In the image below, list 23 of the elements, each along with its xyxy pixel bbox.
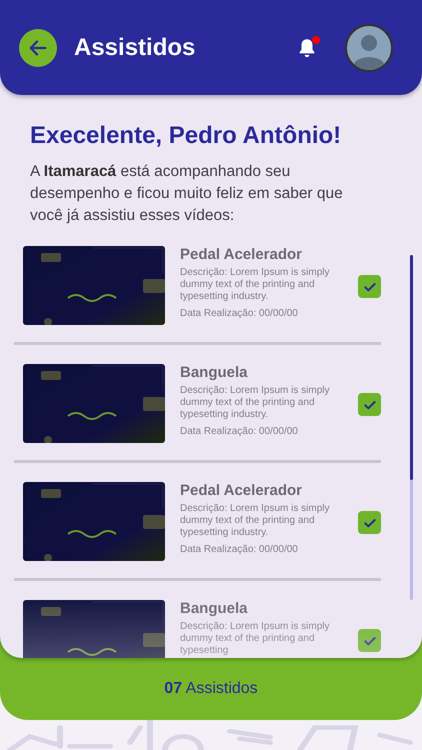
video-description: Descrição: Lorem Ipsum is simply dummy text of the printing and typesetting industry. — [180, 503, 330, 539]
back-button[interactable] — [19, 28, 57, 66]
page-title: Assistidos — [74, 34, 196, 62]
video-description: Descrição: Lorem Ipsum is simply dummy text of the printing and typesetting industry. — [180, 385, 330, 421]
completion-date: Data Realização: 00/00/00 — [180, 426, 299, 437]
video-title: Banguela — [180, 364, 249, 381]
checkbox[interactable] — [358, 511, 381, 534]
intro-text: A Itamaracá está acompanhando seu desempenho e ficou muito feliz em saber que você já assistiu esses vídeos: — [30, 162, 344, 226]
video-description: Descrição: Lorem Ipsum is simply dummy text of the printing and typesetting industry. — [180, 267, 330, 303]
completion-date: Data Realização: 00/00/00 — [180, 308, 299, 319]
video-title: Banguela — [180, 600, 249, 617]
video-title: Pedal Acelerador — [180, 482, 303, 499]
video-title: Pedal Acelerador — [180, 246, 303, 263]
checkbox[interactable] — [358, 393, 381, 416]
avatar[interactable] — [345, 24, 393, 72]
scrollbar-thumb[interactable] — [410, 255, 413, 480]
checkbox[interactable] — [358, 275, 381, 298]
greeting-heading: Execelente, Pedro Antônio! — [30, 121, 342, 151]
watched-count: 07 Assistidos — [164, 680, 258, 698]
scrollbar[interactable] — [410, 255, 413, 600]
video-description: Descrição: Lorem Ipsum is simply dummy text of the printing and typesetting — [180, 621, 330, 657]
checkbox[interactable] — [358, 629, 381, 652]
completion-date: Data Realização: 00/00/00 — [180, 544, 299, 555]
